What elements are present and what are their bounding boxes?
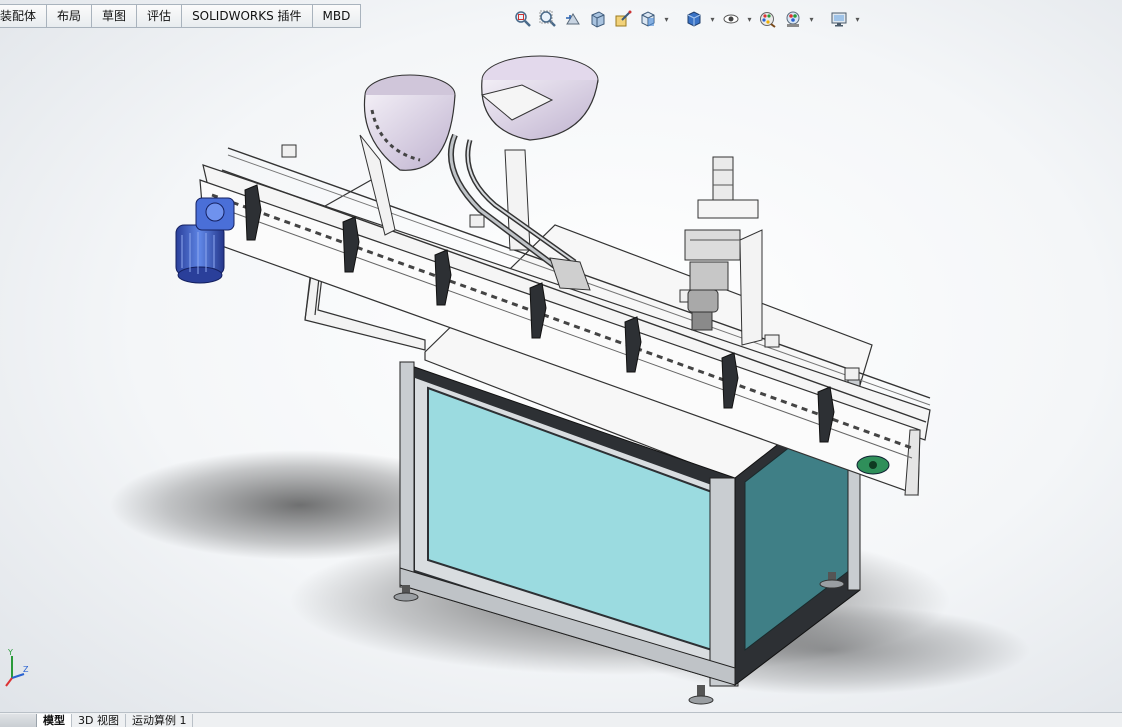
tab-assembly[interactable]: 装配体	[0, 4, 48, 28]
tab-3d-views[interactable]: 3D 视图	[72, 714, 126, 727]
tab-mbd[interactable]: MBD	[312, 4, 362, 28]
dynamic-annotation-icon[interactable]	[612, 8, 634, 30]
apply-scene-icon[interactable]	[782, 8, 804, 30]
end-bearing	[856, 455, 890, 475]
tab-layout[interactable]: 布局	[47, 4, 93, 28]
section-view-icon[interactable]	[587, 8, 609, 30]
hide-show-items-caret[interactable]: ▾	[745, 8, 754, 30]
capping-machine-model	[110, 55, 1030, 705]
graphics-viewport[interactable]: Y Z	[0, 28, 1122, 712]
triad-z-label: Z	[23, 665, 29, 674]
view-orientation-caret[interactable]: ▾	[662, 8, 671, 30]
hide-show-items-icon[interactable]	[720, 8, 742, 30]
bottom-tab-bar: 模型 3D 视图 运动算例 1	[0, 712, 1122, 727]
display-style-icon[interactable]	[683, 8, 705, 30]
triad-y-label: Y	[7, 648, 13, 657]
tab-sketch[interactable]: 草图	[92, 4, 138, 28]
edit-appearance-icon[interactable]	[757, 8, 779, 30]
heads-up-view-toolbar: ▾ ▾ ▾ ▾ ▾	[512, 8, 862, 30]
command-manager-tabs: 装配体 布局 草图 评估 SOLIDWORKS 插件 MBD	[0, 4, 362, 28]
tab-evaluate[interactable]: 评估	[137, 4, 183, 28]
tab-motion-study-1[interactable]: 运动算例 1	[126, 714, 194, 727]
tab-model[interactable]: 模型	[37, 714, 72, 727]
display-style-caret[interactable]: ▾	[708, 8, 717, 30]
view-settings-icon[interactable]	[828, 8, 850, 30]
tab-solidworks-addins[interactable]: SOLIDWORKS 插件	[182, 4, 313, 28]
previous-view-icon[interactable]	[562, 8, 584, 30]
zoom-to-fit-icon[interactable]	[512, 8, 534, 30]
apply-scene-caret[interactable]: ▾	[807, 8, 816, 30]
tab-scroll-arrows[interactable]	[0, 714, 37, 727]
orientation-triad: Y Z	[5, 648, 29, 687]
zoom-to-area-icon[interactable]	[537, 8, 559, 30]
view-orientation-icon[interactable]	[637, 8, 659, 30]
view-settings-caret[interactable]: ▾	[853, 8, 862, 30]
